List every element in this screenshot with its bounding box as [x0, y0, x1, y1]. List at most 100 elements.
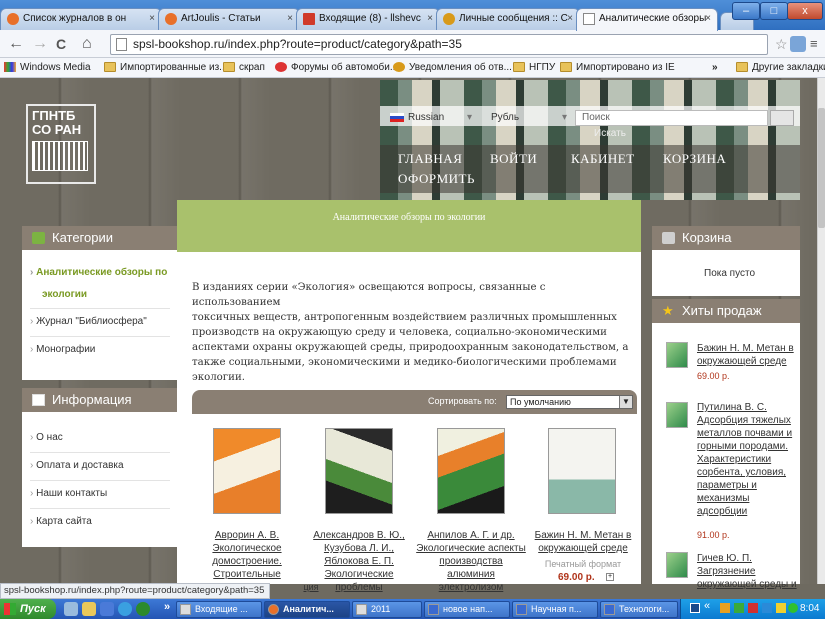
bookmark-other[interactable]: Другие закладки	[736, 58, 825, 77]
antivirus-icon[interactable]	[748, 603, 758, 613]
page-icon	[116, 38, 127, 51]
task-word-2[interactable]: Научная п...	[512, 601, 598, 618]
bookmark-folder-scrap[interactable]: скрап	[223, 58, 265, 77]
sort-select[interactable]: По умолчанию ▼	[506, 395, 633, 409]
product-cover-1[interactable]	[213, 428, 281, 514]
product-title-4[interactable]: Бажин Н. М. Метан в окружающей среде	[528, 529, 638, 555]
tray-icon[interactable]	[788, 603, 798, 613]
close-icon[interactable]: ×	[287, 9, 293, 29]
bookmarks-overflow[interactable]: »	[712, 58, 718, 77]
hit-title-2[interactable]: Путилина В. С. Адсорбция тяжелых металло…	[697, 401, 797, 518]
currency-select[interactable]: Рубль ▾	[485, 110, 573, 126]
category-ecology[interactable]: Аналитические обзоры по	[30, 267, 167, 278]
search-input[interactable]: Поиск	[575, 110, 768, 126]
chrome-favicon-icon	[165, 13, 177, 25]
product-cover-2[interactable]	[325, 428, 393, 514]
forward-button[interactable]: →	[32, 34, 48, 54]
clock: 8:04	[800, 603, 820, 614]
tray-expand-icon[interactable]: «	[704, 600, 710, 612]
task-word-3[interactable]: Технологи...	[600, 601, 678, 618]
bookmark-notifications[interactable]: Уведомления об отв...	[393, 58, 512, 77]
bookmark-windows-media[interactable]: Windows Media	[4, 58, 91, 77]
divider	[30, 336, 170, 337]
close-icon[interactable]: ×	[567, 9, 573, 29]
product-title-1[interactable]: Аврорин А. В. Экологическое домостроение…	[192, 529, 302, 581]
bookmark-folder-ngpu[interactable]: НГПУ	[513, 58, 555, 77]
hit-thumbnail-3[interactable]	[666, 552, 688, 578]
back-button[interactable]: ←	[8, 34, 24, 54]
browser-tab-active[interactable]: Аналитические обзоры ×	[576, 8, 718, 31]
search-link[interactable]: Искать	[594, 128, 626, 139]
bookmark-folder-ie[interactable]: Импортировано из IE	[560, 58, 675, 77]
info-contacts[interactable]: Наши контакты	[30, 488, 107, 499]
quick-launch-icon[interactable]	[100, 602, 114, 616]
media-icon[interactable]	[136, 602, 150, 616]
forum-icon	[275, 62, 287, 72]
nav-home[interactable]: ГЛАВНАЯ	[398, 151, 462, 167]
product-title-2[interactable]: Александров В. Ю., Кузубова Л. И., Яблок…	[304, 529, 414, 594]
cart-empty-text: Пока пусто	[704, 268, 756, 279]
product-title-3[interactable]: Анпилов А. Г. и др. Экологические аспект…	[413, 529, 529, 594]
browser-tab-1[interactable]: Список журналов в он ×	[0, 8, 162, 30]
ie-icon[interactable]	[118, 602, 132, 616]
home-button[interactable]: ⌂	[82, 34, 92, 54]
address-bar[interactable]: spsl-bookshop.ru/index.php?route=product…	[110, 34, 768, 55]
extension-icon[interactable]	[790, 36, 806, 52]
tray-icon[interactable]	[720, 603, 730, 613]
scrollbar-thumb[interactable]	[818, 108, 825, 228]
bookmark-star-icon[interactable]: ☆	[775, 34, 788, 54]
language-select[interactable]: Russian ▾	[390, 110, 480, 126]
start-button[interactable]: Пуск	[0, 599, 56, 619]
folder-icon	[560, 62, 572, 72]
hit-title-3[interactable]: Гичев Ю. П. Загрязнение окружающей среды…	[697, 552, 797, 591]
hit-thumbnail-1[interactable]	[666, 342, 688, 368]
cart-icon	[662, 232, 675, 244]
info-sitemap[interactable]: Карта сайта	[30, 516, 92, 527]
category-ecology-cont[interactable]: экологии	[42, 289, 87, 300]
info-payment[interactable]: Оплата и доставка	[30, 460, 123, 471]
close-window-button[interactable]: x	[787, 2, 823, 20]
quick-launch-overflow[interactable]: »	[164, 601, 170, 613]
nav-checkout[interactable]: ОФОРМИТЬ	[398, 171, 475, 187]
category-bibliosfera[interactable]: Журнал "Библиосфера"	[30, 316, 147, 327]
task-folder-2011[interactable]: 2011	[352, 601, 422, 618]
info-icon	[32, 394, 45, 406]
browser-tab-2[interactable]: ArtJoulis - Статьи ×	[158, 8, 300, 30]
browser-tab-3[interactable]: Входящие (8) - llshevc ×	[296, 8, 440, 30]
site-logo[interactable]: ГПНТБ СО РАН	[26, 104, 96, 184]
close-icon[interactable]: ×	[427, 9, 433, 29]
search-button[interactable]	[770, 110, 794, 126]
hit-title-1[interactable]: Бажин Н. М. Метан в окружающей среде	[697, 342, 797, 368]
folder-icon	[104, 62, 116, 72]
tray-icon[interactable]	[734, 603, 744, 613]
hit-thumbnail-2[interactable]	[666, 402, 688, 428]
quick-launch-icon[interactable]	[64, 602, 78, 616]
chevron-down-icon: ▼	[619, 396, 632, 408]
menu-icon[interactable]: ≡	[810, 34, 818, 54]
task-word-1[interactable]: новое нап...	[424, 601, 510, 618]
reload-button[interactable]: C	[56, 34, 66, 54]
nav-login[interactable]: ВОЙТИ	[490, 151, 537, 167]
bookmark-folder-imported[interactable]: Импортированные из...	[104, 58, 228, 77]
nav-cart[interactable]: КОРЗИНА	[663, 151, 726, 167]
browser-tab-4[interactable]: Личные сообщения :: С ×	[436, 8, 580, 30]
categories-panel: Аналитические обзоры по экологии Журнал …	[22, 250, 177, 380]
close-icon[interactable]: ×	[705, 9, 711, 29]
add-to-cart-icon[interactable]: +	[606, 573, 614, 581]
close-icon[interactable]: ×	[149, 9, 155, 29]
task-chrome-active[interactable]: Аналитич...	[264, 601, 350, 618]
product-cover-3[interactable]	[437, 428, 505, 514]
minimize-button[interactable]: –	[732, 2, 760, 20]
language-indicator-icon[interactable]	[690, 603, 700, 613]
quick-launch-icon[interactable]	[82, 602, 96, 616]
restore-button[interactable]: □	[760, 2, 788, 20]
category-description: В изданиях серии «Экология» освещаются в…	[192, 282, 629, 383]
task-inbox[interactable]: Входящие ...	[176, 601, 262, 618]
product-cover-4[interactable]	[548, 428, 616, 514]
network-icon[interactable]	[762, 603, 772, 613]
nav-account[interactable]: КАБИНЕТ	[571, 151, 635, 167]
category-monographs[interactable]: Монографии	[30, 344, 95, 355]
tray-icon[interactable]	[776, 603, 786, 613]
bookmark-forums[interactable]: Форумы об автомоби...	[275, 58, 398, 77]
info-about[interactable]: О нас	[30, 432, 63, 443]
